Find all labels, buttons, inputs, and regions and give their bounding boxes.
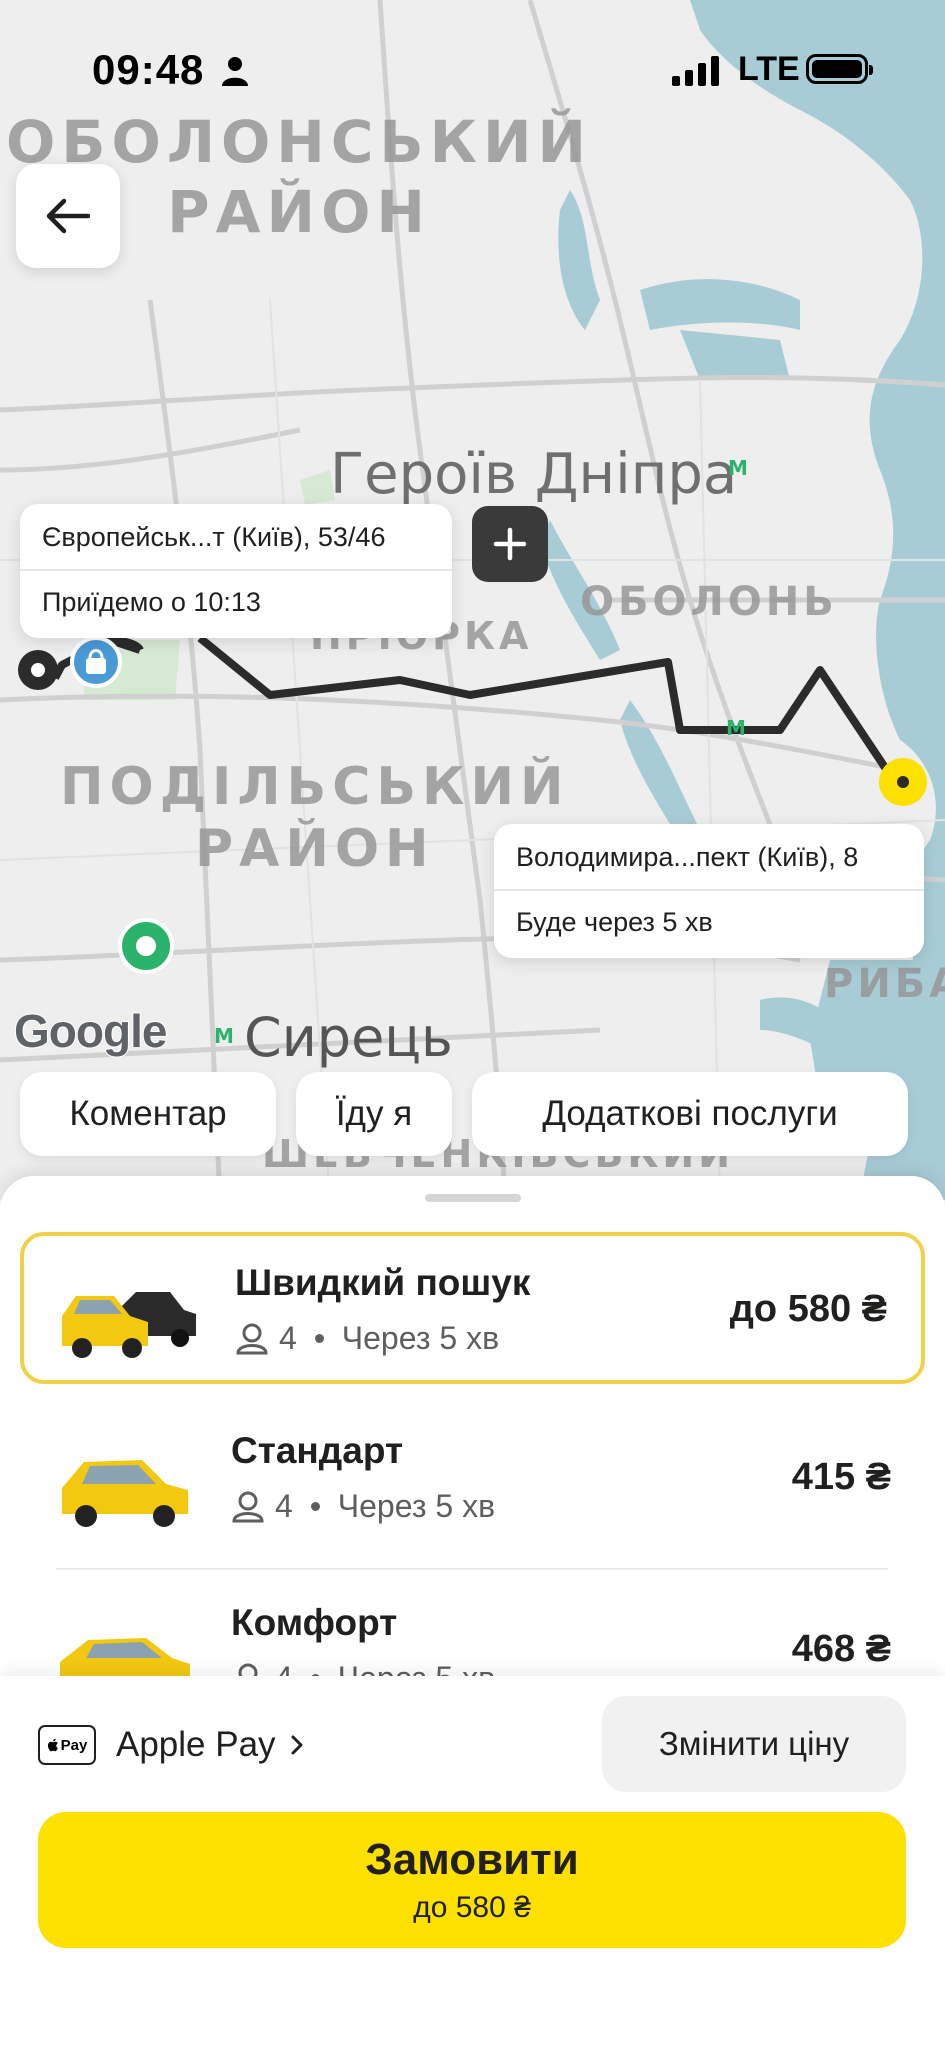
metro-icon: M <box>214 1024 234 1048</box>
arrow-left-icon <box>46 198 90 234</box>
network-type: LTE <box>738 50 800 88</box>
user-icon <box>222 57 248 86</box>
google-logo: Google <box>13 1004 168 1058</box>
car-icon <box>62 1460 188 1527</box>
tariff-name: Комфорт <box>231 1602 398 1643</box>
origin-address: Європейськ...т (Київ), 53/46 <box>20 504 452 571</box>
tariff-name: Стандарт <box>231 1430 404 1471</box>
battery-icon <box>806 54 873 84</box>
back-button[interactable] <box>16 164 120 268</box>
tariff-eta: Через 5 хв <box>337 1488 496 1524</box>
change-price-button[interactable]: Змінити ціну <box>602 1696 906 1792</box>
status-time: 09:48 <box>92 46 205 93</box>
order-button-price: до 580 ₴ <box>413 1891 531 1924</box>
extra-services-chip[interactable]: Додаткові послуги <box>472 1072 908 1156</box>
tariff-meta: 4 Через 5 хв <box>231 1488 495 1525</box>
comment-chip[interactable]: Коментар <box>20 1072 276 1156</box>
tariff-name: Швидкий пошук <box>235 1262 531 1303</box>
district-obolon: ОБОЛОНЬ <box>580 579 838 625</box>
order-button-label: Замовити <box>365 1835 579 1884</box>
signal-icon <box>672 54 719 86</box>
order-footer: Pay Apple Pay Змінити ціну Замовити до 5… <box>0 1676 945 2048</box>
payment-method-label: Apple Pay <box>116 1725 276 1764</box>
arrival-time: Приїдемо о 10:13 <box>42 587 261 617</box>
divider <box>56 1568 888 1570</box>
apple-logo-icon <box>47 1738 58 1752</box>
passenger-icon <box>232 1491 264 1522</box>
status-bar: 09:48 LTE <box>0 0 945 140</box>
place-heroiv-dnipra: Героїв Дніпра <box>330 442 738 507</box>
car-pair-icon <box>62 1292 196 1358</box>
sheet-handle[interactable] <box>425 1194 521 1202</box>
tariff-meta: 4 Через 5 хв <box>235 1320 499 1357</box>
add-stop-button[interactable] <box>472 506 548 582</box>
payment-method-selector[interactable]: Pay Apple Pay <box>38 1716 304 1774</box>
plus-icon <box>493 527 527 561</box>
origin-bubble[interactable]: Європейськ...т (Київ), 53/46 Приїдемо о … <box>20 504 452 638</box>
order-button[interactable]: Замовити до 580 ₴ <box>38 1812 906 1948</box>
tariff-standard[interactable]: Стандарт 4 Через 5 хв 415 ₴ <box>20 1404 925 1556</box>
apple-pay-icon: Pay <box>38 1725 96 1765</box>
passenger-icon <box>236 1323 268 1354</box>
pickup-eta: Буде через 5 хв <box>516 907 713 937</box>
im-going-chip[interactable]: Їду я <box>296 1072 452 1156</box>
tariff-price: 415 ₴ <box>791 1456 891 1498</box>
place-syrets: Сирець <box>244 1006 453 1069</box>
seat-count: 4 <box>279 1320 297 1356</box>
metro-icon: M <box>726 716 746 740</box>
destination-address: Володимира...пект (Київ), 8 <box>494 824 924 891</box>
tariff-fast-search[interactable]: Швидкий пошук 4 Через 5 хв до 580 ₴ <box>20 1232 925 1384</box>
tariff-price: до 580 ₴ <box>729 1288 887 1330</box>
tariff-price: 468 ₴ <box>791 1628 891 1670</box>
apple-pay-badge-text: Pay <box>60 1736 88 1754</box>
tariff-eta: Через 5 хв <box>341 1320 500 1356</box>
district-ryba: РИБА <box>824 961 945 1007</box>
seat-count: 4 <box>275 1488 293 1524</box>
metro-icon: M <box>728 456 748 480</box>
chevron-right-icon <box>291 1735 303 1755</box>
destination-bubble[interactable]: Володимира...пект (Київ), 8 Буде через 5… <box>494 824 924 958</box>
